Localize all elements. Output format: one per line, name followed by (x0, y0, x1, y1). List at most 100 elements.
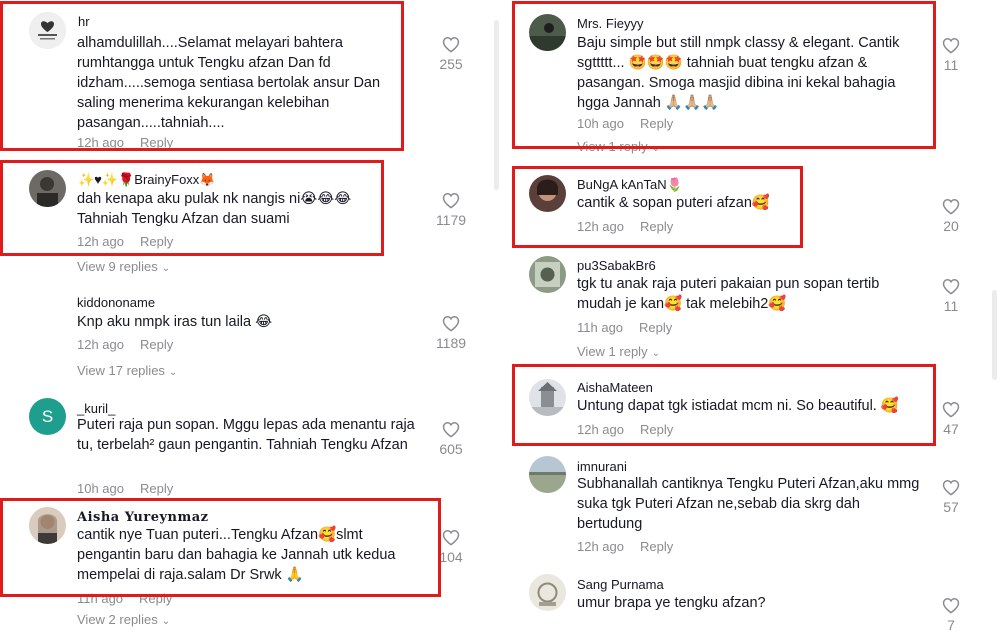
heart-outline-icon (942, 597, 960, 614)
username[interactable]: hr (78, 14, 90, 29)
like-count: 11 (943, 57, 959, 73)
heart-outline-icon (942, 401, 960, 418)
comment-text: cantik nye Tuan puteri...Tengku Afzan🥰sl… (77, 527, 396, 583)
comment-meta: 12h ago Reply (577, 422, 673, 437)
reply-button[interactable]: Reply (640, 116, 673, 131)
avatar[interactable] (29, 12, 66, 49)
view-replies-label: View 2 replies (77, 612, 158, 627)
comment-text: dah kenapa aku pulak nk nangis ni😭😂😂 Tah… (77, 191, 352, 227)
like-button[interactable]: 7 (931, 597, 971, 633)
heart-outline-icon (442, 36, 460, 53)
like-button[interactable]: 11 (931, 37, 971, 73)
comment-meta: 12h ago Reply (77, 337, 173, 352)
timestamp: 12h ago (77, 337, 124, 352)
reply-button[interactable]: Reply (140, 337, 173, 352)
avatar[interactable] (529, 14, 566, 51)
heart-outline-icon (442, 315, 460, 332)
like-count: 47 (943, 421, 959, 437)
comment-column-right: Mrs. Fieyyy Baju simple but still nmpk c… (500, 0, 1000, 633)
like-button[interactable]: 20 (931, 198, 971, 234)
timestamp: 10h ago (577, 116, 624, 131)
chevron-down-icon: ⌄ (161, 263, 171, 274)
view-replies-button[interactable]: View 2 replies ⌄ (77, 612, 170, 627)
heart-outline-icon (942, 278, 960, 295)
comment-meta: 12h ago Reply (77, 234, 173, 249)
avatar[interactable] (529, 256, 566, 293)
like-button[interactable]: 1179 (431, 192, 471, 228)
reply-button[interactable]: Reply (640, 539, 673, 554)
reply-button[interactable]: Reply (139, 591, 172, 606)
like-count: 1179 (435, 212, 467, 228)
like-count: 57 (943, 499, 959, 515)
view-replies-button[interactable]: View 17 replies ⌄ (77, 363, 177, 378)
like-button[interactable]: 1189 (431, 315, 471, 351)
timestamp: 12h ago (577, 219, 624, 234)
avatar[interactable] (29, 507, 66, 544)
timestamp: 11h ago (577, 320, 624, 335)
view-replies-button[interactable]: View 9 replies ⌄ (77, 259, 170, 274)
timestamp: 12h ago (577, 539, 624, 554)
avatar[interactable] (529, 574, 566, 611)
username[interactable]: Mrs. Fieyyy (577, 16, 643, 31)
comment-text: Subhanallah cantiknya Tengku Puteri Afza… (577, 476, 920, 532)
avatar-letter: S (41, 407, 54, 426)
avatar[interactable]: S (29, 398, 66, 435)
heart-outline-icon (942, 37, 960, 54)
username[interactable]: Sang Purnama (577, 577, 664, 592)
like-count: 1189 (435, 335, 467, 351)
comment-meta: 11h ago Reply (577, 320, 672, 335)
chevron-down-icon: ⌄ (651, 348, 660, 359)
like-button[interactable]: 57 (931, 479, 971, 515)
view-replies-button[interactable]: View 1 reply ⌄ (577, 344, 660, 359)
comment-meta: 10h ago Reply (577, 116, 673, 131)
chevron-down-icon: ⌄ (168, 367, 178, 378)
heart-outline-icon (442, 421, 460, 438)
like-button[interactable]: 47 (931, 401, 971, 437)
like-count: 104 (439, 549, 463, 565)
username[interactable]: ✨♥✨🌹BrainyFoxx🦊 (78, 172, 215, 188)
avatar[interactable] (529, 175, 566, 212)
comment-text: alhamdulillah....Selamat melayari bahter… (77, 35, 381, 131)
reply-button[interactable]: Reply (640, 219, 673, 234)
like-button[interactable]: 255 (431, 36, 471, 72)
comment-text: Puteri raja pun sopan. Mggu lepas ada me… (77, 417, 415, 453)
like-button[interactable]: 11 (931, 278, 971, 314)
reply-button[interactable]: Reply (639, 320, 672, 335)
like-count: 11 (943, 298, 959, 314)
timestamp: 10h ago (77, 481, 124, 496)
comment-text: Untung dapat tgk istiadat mcm ni. So bea… (577, 398, 899, 414)
username[interactable]: BuNgA kAnTaN🌷 (577, 177, 683, 193)
reply-button[interactable]: Reply (640, 422, 673, 437)
username[interactable]: pu3SabakBr6 (577, 258, 656, 273)
chevron-down-icon: ⌄ (651, 143, 660, 154)
username[interactable]: _kuril_ (77, 401, 115, 416)
view-replies-label: View 9 replies (77, 259, 158, 274)
avatar[interactable] (529, 379, 566, 416)
timestamp: 12h ago (577, 422, 624, 437)
like-count: 7 (947, 617, 955, 633)
timestamp: 11h ago (77, 591, 124, 606)
comment-meta: 12h ago Reply (577, 219, 673, 234)
view-replies-button[interactable]: View 1 reply ⌄ (577, 139, 660, 154)
like-button[interactable]: 104 (431, 529, 471, 565)
comment-text: tgk tu anak raja puteri pakaian pun sopa… (577, 276, 880, 312)
comment-text: umur brapa ye tengku afzan? (577, 595, 766, 611)
username[interactable]: kiddononame (77, 295, 155, 310)
reply-button[interactable]: Reply (140, 135, 173, 150)
reply-button[interactable]: Reply (140, 481, 173, 496)
like-count: 255 (439, 56, 463, 72)
heart-outline-icon (442, 529, 460, 546)
username[interactable]: AishaMateen (577, 380, 653, 395)
heart-outline-icon (942, 198, 960, 215)
like-button[interactable]: 605 (431, 421, 471, 457)
comment-text: Knp aku nmpk iras tun laila 😂 (77, 314, 273, 330)
username[interactable]: Aisha Yureynmaz (77, 510, 209, 525)
avatar[interactable] (29, 170, 66, 207)
avatar[interactable] (529, 456, 566, 493)
comment-text: cantik & sopan puteri afzan🥰 (577, 195, 770, 211)
chevron-down-icon: ⌄ (161, 616, 171, 627)
username[interactable]: imnurani (577, 459, 627, 474)
reply-button[interactable]: Reply (140, 234, 173, 249)
comment-meta: 11h ago Reply (77, 591, 172, 606)
heart-outline-icon (442, 192, 460, 209)
